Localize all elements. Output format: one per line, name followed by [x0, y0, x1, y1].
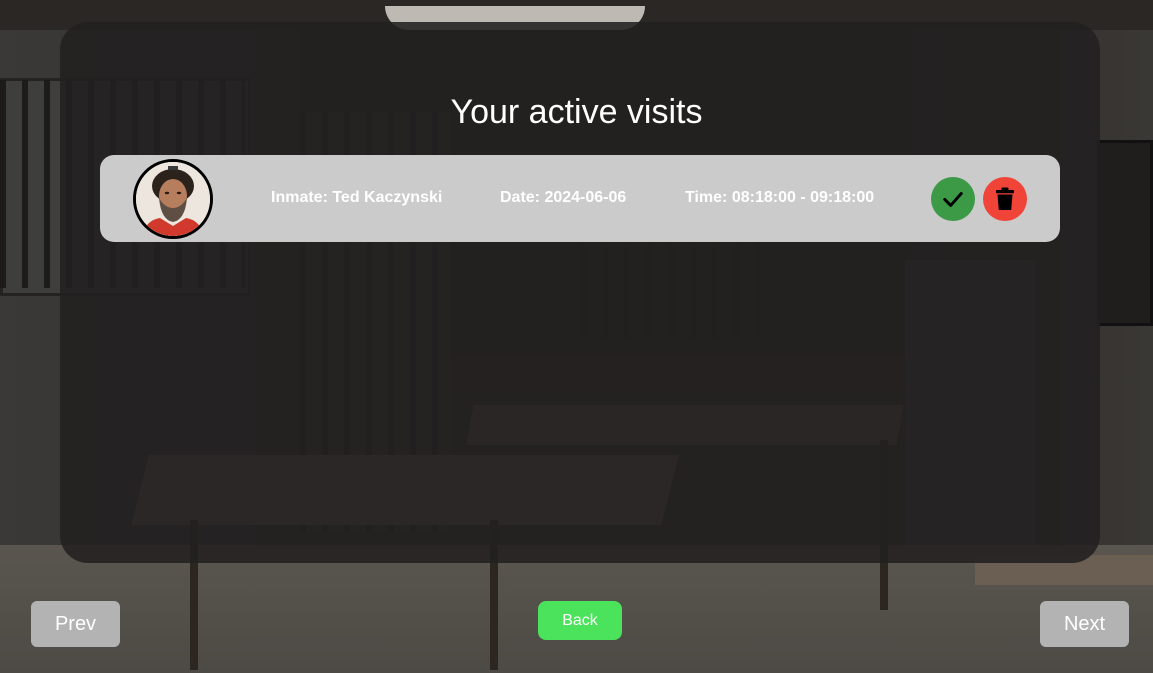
- accept-visit-button[interactable]: [931, 177, 975, 221]
- visit-inmate: Inmate: Ted Kaczynski: [271, 189, 443, 206]
- page-title: Your active visits: [450, 93, 703, 131]
- next-button[interactable]: Next: [1040, 601, 1129, 647]
- delete-visit-button[interactable]: [983, 177, 1027, 221]
- visit-time: Time: 08:18:00 - 09:18:00: [685, 189, 875, 206]
- trash-icon: [996, 187, 1014, 210]
- inmate-portrait-icon: [136, 162, 210, 236]
- visit-card: Inmate: Ted Kaczynski Date: 2024-06-06 T…: [100, 155, 1060, 242]
- background-shelf: [1097, 140, 1153, 326]
- prev-button[interactable]: Prev: [31, 601, 120, 647]
- back-button[interactable]: Back: [538, 601, 622, 640]
- checkmark-icon: [943, 192, 963, 207]
- visit-date: Date: 2024-06-06: [500, 189, 627, 206]
- inmate-avatar: [133, 159, 213, 239]
